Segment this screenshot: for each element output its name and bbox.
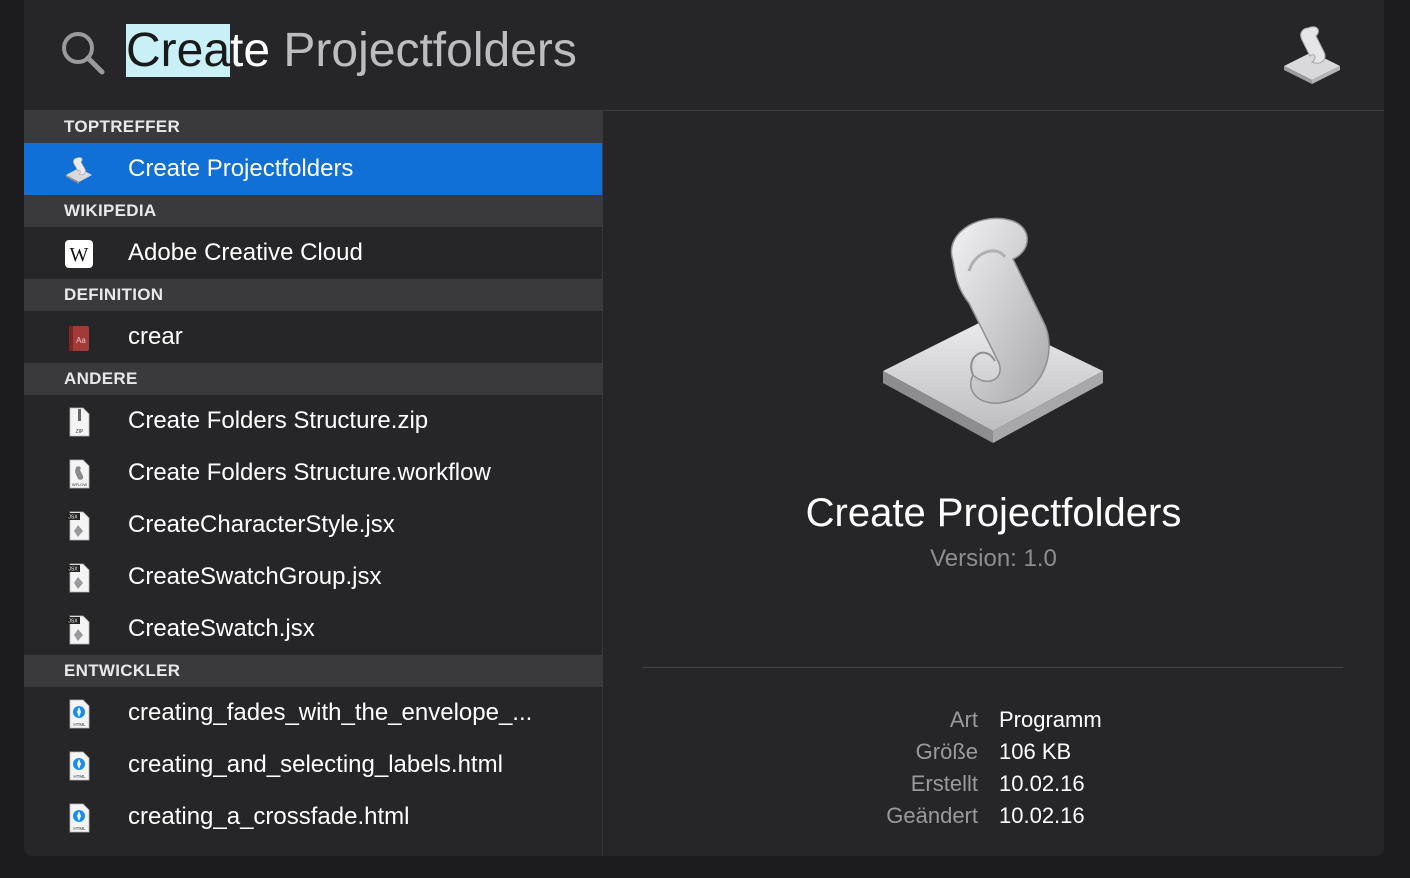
preview-title: Create Projectfolders — [805, 491, 1182, 535]
search-icon — [62, 32, 105, 75]
automator-app-large-icon — [883, 217, 1103, 443]
zip-file-icon: ZIP — [64, 407, 94, 437]
automator-app-icon — [64, 155, 94, 185]
result-label: Adobe Creative Cloud — [128, 239, 363, 266]
section-header: ENTWICKLER — [24, 655, 602, 687]
metadata-key: Art — [949, 707, 978, 732]
preview-version: Version: 1.0 — [930, 545, 1057, 572]
result-item[interactable]: HTML creating_a_crossfade.html — [24, 791, 602, 843]
result-label: creating_fades_with_the_envelope_... — [128, 699, 533, 726]
metadata-key: Erstellt — [910, 771, 978, 796]
result-label: CreateSwatchGroup.jsx — [128, 563, 382, 590]
result-item[interactable]: JSX CreateSwatchGroup.jsx — [24, 551, 602, 603]
svg-text:ZIP: ZIP — [76, 429, 84, 435]
html-file-icon: HTML — [64, 699, 94, 729]
automator-app-icon — [1284, 26, 1340, 84]
svg-text:W: W — [70, 244, 89, 266]
result-label: CreateCharacterStyle.jsx — [128, 511, 395, 538]
query-selected-text: Crea — [126, 24, 231, 77]
section-header: TOPTREFFER — [24, 111, 602, 143]
result-item[interactable]: JSX CreateSwatch.jsx — [24, 603, 602, 655]
jsx-file-icon: JSX — [64, 615, 94, 645]
section-header: ANDERE — [24, 363, 602, 395]
metadata-key: Geändert — [886, 803, 978, 828]
result-item[interactable]: ZIP Create Folders Structure.zip — [24, 395, 602, 447]
result-label: crear — [128, 323, 183, 350]
result-item[interactable]: HTML creating_fades_with_the_envelope_... — [24, 687, 602, 739]
result-label: creating_and_selecting_labels.html — [128, 751, 503, 778]
svg-text:JSX: JSX — [68, 515, 78, 521]
svg-text:JSX: JSX — [68, 619, 78, 625]
workflow-file-icon: WFLOW — [64, 459, 94, 489]
result-item[interactable]: WFLOW Create Folders Structure.workflow — [24, 447, 602, 499]
metadata-row: Art Programm — [603, 707, 1384, 739]
svg-text:HTML: HTML — [73, 826, 86, 831]
preview-metadata: Art Programm Größe 106 KB Erstellt 10.02.16 Ge… — [603, 707, 1384, 835]
spotlight-window: Create Projectfolders TOPTREFFER Create P… — [24, 0, 1384, 856]
result-label: CreateSwatch.jsx — [128, 615, 315, 642]
query-typed-text: te — [230, 24, 271, 77]
search-bar[interactable]: Create Projectfolders — [24, 0, 1384, 111]
section-header: DEFINITION — [24, 279, 602, 311]
svg-text:Aa: Aa — [76, 336, 86, 345]
jsx-file-icon: JSX — [64, 563, 94, 593]
result-label: Create Folders Structure.zip — [128, 407, 429, 434]
html-file-icon: HTML — [64, 803, 94, 833]
preview-pane: Create Projectfolders Version: 1.0 Art Pr… — [603, 111, 1384, 856]
svg-text:JSX: JSX — [68, 567, 78, 573]
metadata-value: 10.02.16 — [999, 803, 1085, 828]
dictionary-icon: Aa — [64, 323, 94, 353]
section-header: WIKIPEDIA — [24, 195, 602, 227]
result-item[interactable]: JSX CreateCharacterStyle.jsx — [24, 499, 602, 551]
wikipedia-icon: W — [64, 239, 94, 269]
metadata-row: Größe 106 KB — [603, 739, 1384, 771]
metadata-key: Größe — [915, 739, 978, 764]
metadata-row: Erstellt 10.02.16 — [603, 771, 1384, 803]
metadata-value: Programm — [999, 707, 1102, 732]
svg-text:HTML: HTML — [73, 722, 86, 727]
metadata-value: 10.02.16 — [999, 771, 1085, 796]
result-item[interactable]: W Adobe Creative Cloud — [24, 227, 602, 279]
result-label: creating_a_crossfade.html — [128, 803, 410, 830]
svg-text:WFLOW: WFLOW — [72, 482, 88, 487]
jsx-file-icon: JSX — [64, 511, 94, 541]
search-input[interactable]: Create Projectfolders — [126, 18, 577, 84]
metadata-row: Geändert 10.02.16 — [603, 803, 1384, 835]
metadata-value: 106 KB — [999, 739, 1072, 764]
html-file-icon: HTML — [64, 751, 94, 781]
result-item[interactable]: Create Projectfolders — [24, 143, 602, 195]
result-item[interactable]: HTML creating_and_selecting_labels.html — [24, 739, 602, 791]
preview-divider — [643, 667, 1343, 668]
query-completion-text: Projectfolders — [270, 24, 577, 77]
result-label: Create Folders Structure.workflow — [128, 459, 491, 486]
results-list: TOPTREFFER Create Projectfolders WIKIPEDIA… — [24, 111, 603, 856]
svg-text:HTML: HTML — [73, 774, 86, 779]
result-item[interactable]: Aa crear — [24, 311, 602, 363]
result-label: Create Projectfolders — [128, 155, 354, 182]
